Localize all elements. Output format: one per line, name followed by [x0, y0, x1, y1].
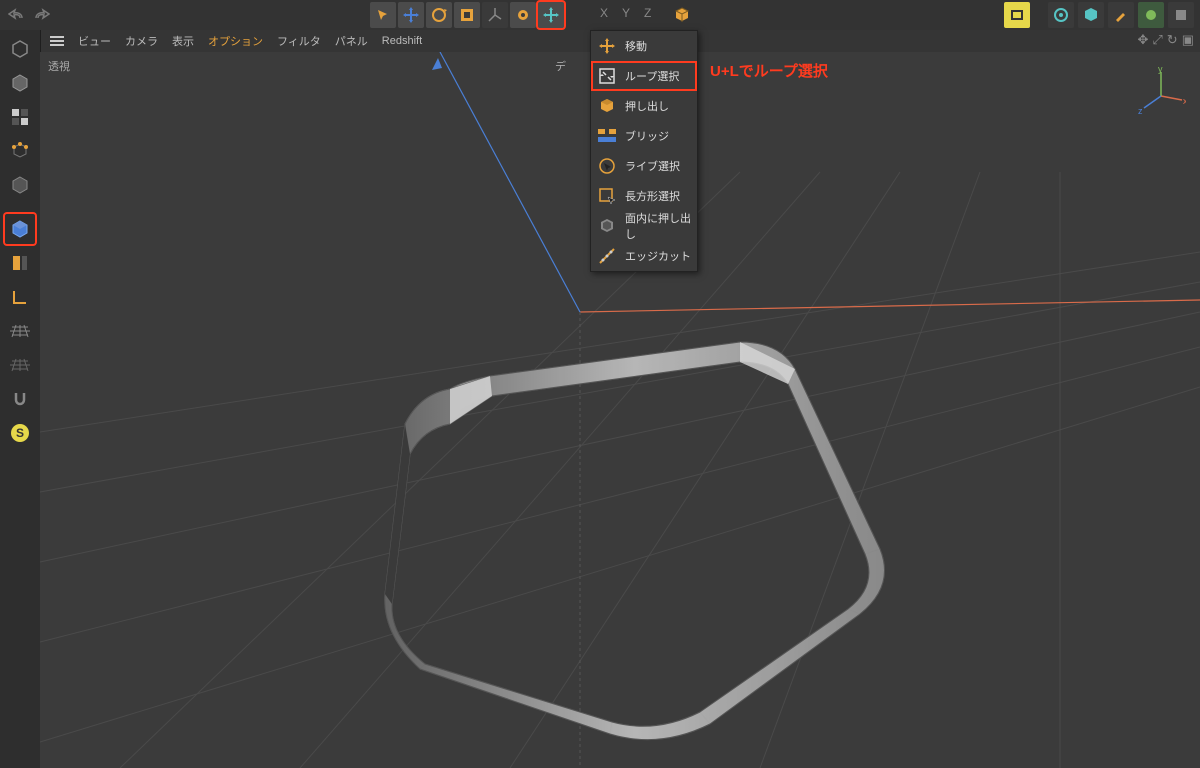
left-toolbar: S [0, 30, 41, 768]
viewport-corner-controls: ✥ ⤢ ↻ ▣ [1137, 32, 1194, 48]
dd-move[interactable]: 移動 [591, 31, 697, 61]
dd-edge-cut[interactable]: エッジカット [591, 241, 697, 271]
center-tool-group [370, 2, 564, 28]
model-mode-icon[interactable] [5, 34, 35, 64]
vp-rotate-icon[interactable]: ↻ [1167, 32, 1178, 48]
point-mode-icon[interactable] [5, 136, 35, 166]
axis-z-toggle[interactable]: Z [644, 6, 651, 24]
uv-mode-icon[interactable] [5, 248, 35, 278]
brush-icon[interactable] [1108, 2, 1134, 28]
grid2-icon[interactable] [5, 350, 35, 380]
rect-select-icon [597, 186, 617, 206]
vp-zoom-icon[interactable]: ⤢ [1152, 32, 1162, 48]
pivot-tool[interactable] [510, 2, 536, 28]
axis-l-icon[interactable] [5, 282, 35, 312]
dd-inner-extrude[interactable]: 面内に押し出し [591, 211, 697, 241]
texture-mode-icon[interactable] [5, 102, 35, 132]
menu-camera[interactable]: カメラ [125, 33, 158, 49]
dd-label: 長方形選択 [625, 188, 680, 204]
layout-tool[interactable] [1004, 2, 1030, 28]
dd-label: 移動 [625, 38, 647, 54]
axis-tool[interactable] [482, 2, 508, 28]
vp-move-icon[interactable]: ✥ [1137, 32, 1148, 48]
dd-rect-select[interactable]: 長方形選択 [591, 181, 697, 211]
hamburger-icon[interactable] [50, 36, 64, 46]
undo-icon[interactable] [8, 8, 26, 22]
scale-tool[interactable] [454, 2, 480, 28]
bridge-icon [597, 126, 617, 146]
dd-bridge[interactable]: ブリッジ [591, 121, 697, 151]
annotation-text: U+Lでループ選択 [710, 60, 828, 81]
redo-icon[interactable] [32, 8, 50, 22]
menu-options[interactable]: オプション [208, 33, 263, 49]
grid-icon[interactable] [5, 316, 35, 346]
menu-display[interactable]: 表示 [172, 33, 194, 49]
rotate-tool[interactable] [426, 2, 452, 28]
axis-lock-group: X Y Z [600, 6, 691, 24]
dd-live-select[interactable]: ライブ選択 [591, 151, 697, 181]
dd-label: ライブ選択 [625, 158, 680, 174]
dd-loop-select[interactable]: ループ選択 [591, 61, 697, 91]
dd-label: 面内に押し出し [625, 210, 691, 242]
select-tool[interactable] [370, 2, 396, 28]
live-select-icon [597, 156, 617, 176]
snap-icon[interactable] [5, 384, 35, 414]
dd-label: 押し出し [625, 98, 669, 114]
dd-label: ループ選択 [625, 68, 679, 84]
extrude-icon [597, 96, 617, 116]
menu-panel[interactable]: パネル [335, 33, 368, 49]
s-icon[interactable]: S [5, 418, 35, 448]
tool-dropdown: 移動 ループ選択 押し出し ブリッジ ライブ選択 長方形選択 面内に押し出し エ… [590, 30, 698, 272]
move-tool[interactable] [398, 2, 424, 28]
svg-text:x: x [1183, 96, 1186, 106]
axis-x-toggle[interactable]: X [600, 6, 608, 24]
poly-mode-icon[interactable] [5, 214, 35, 244]
dd-label: ブリッジ [625, 128, 669, 144]
face-mode-icon[interactable] [5, 170, 35, 200]
undo-redo-group [0, 8, 68, 22]
dd-extrude[interactable]: 押し出し [591, 91, 697, 121]
mesh-object[interactable] [350, 274, 915, 744]
vp-maximize-icon[interactable]: ▣ [1182, 32, 1194, 48]
cube-primitive-icon[interactable] [673, 6, 691, 24]
material-icon[interactable] [1138, 2, 1164, 28]
loop-select-icon [597, 66, 617, 86]
cube-mode-icon[interactable] [5, 68, 35, 98]
crossmove-tool[interactable] [538, 2, 564, 28]
menu-view[interactable]: ビュー [78, 33, 111, 49]
camera-icon[interactable] [1048, 2, 1074, 28]
edge-cut-icon [597, 246, 617, 266]
menu-filter[interactable]: フィルタ [277, 33, 321, 49]
svg-text:z: z [1138, 106, 1143, 116]
dd-label: エッジカット [625, 248, 691, 264]
settings-icon[interactable] [1168, 2, 1194, 28]
svg-text:y: y [1158, 66, 1163, 74]
menu-redshift[interactable]: Redshift [382, 35, 422, 47]
inner-extrude-icon [597, 216, 617, 236]
svg-text:S: S [16, 426, 24, 440]
axis-widget[interactable]: x y z [1136, 66, 1186, 116]
axis-y-toggle[interactable]: Y [622, 6, 630, 24]
move-icon [597, 36, 617, 56]
render-cube-icon[interactable] [1078, 2, 1104, 28]
right-tool-group [1004, 2, 1194, 28]
y-axis-line [440, 52, 580, 312]
